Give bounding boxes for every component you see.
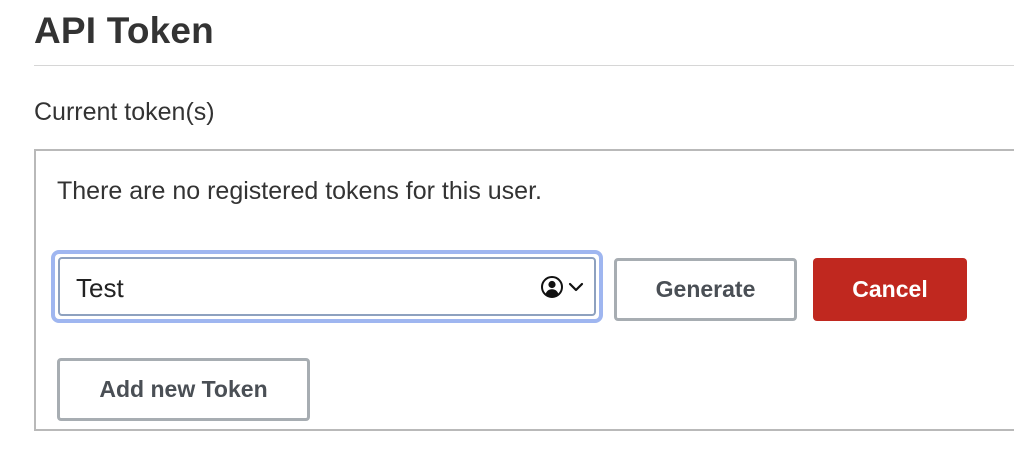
token-name-input-focus-ring: Test	[51, 250, 603, 323]
generate-button[interactable]: Generate	[614, 258, 797, 321]
add-new-token-button[interactable]: Add new Token	[57, 358, 310, 421]
token-name-input-value[interactable]: Test	[76, 273, 124, 304]
section-label-current-tokens: Current token(s)	[34, 98, 215, 126]
token-name-input[interactable]: Test	[58, 257, 596, 316]
title-divider	[34, 65, 1014, 66]
page-title: API Token	[34, 10, 214, 51]
user-circle-icon[interactable]	[540, 275, 564, 299]
chevron-down-icon[interactable]	[568, 280, 584, 294]
empty-tokens-message: There are no registered tokens for this …	[57, 177, 542, 205]
cancel-button[interactable]: Cancel	[813, 258, 967, 321]
